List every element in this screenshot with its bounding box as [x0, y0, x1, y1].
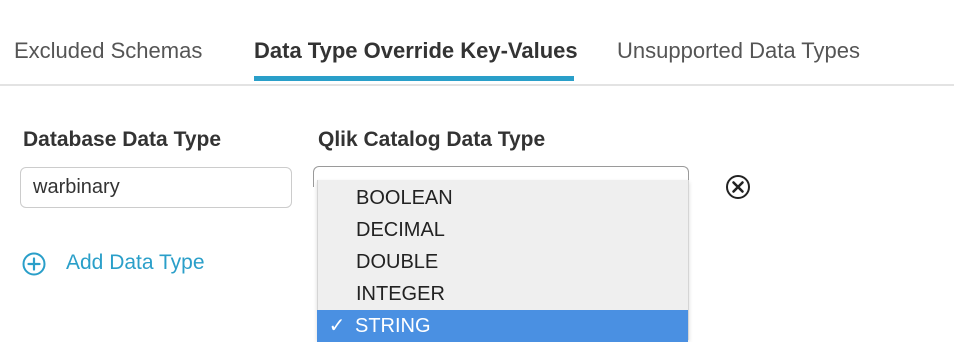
dropdown-option-decimal[interactable]: DECIMAL: [318, 214, 688, 246]
checkmark-icon: ✓: [328, 315, 346, 337]
active-tab-indicator: [254, 76, 574, 81]
dropdown-option-string[interactable]: ✓ STRING: [317, 310, 688, 342]
dropdown-option-label: DOUBLE: [356, 251, 439, 273]
tab-excluded-schemas[interactable]: Excluded Schemas: [14, 38, 202, 64]
tab-unsupported-data-types[interactable]: Unsupported Data Types: [617, 38, 860, 64]
dropdown-option-integer[interactable]: INTEGER: [318, 278, 688, 310]
qlik-catalog-data-type-label: Qlik Catalog Data Type: [318, 128, 546, 151]
dropdown-option-double[interactable]: DOUBLE: [318, 246, 688, 278]
add-data-type-label: Add Data Type: [66, 251, 205, 274]
dropdown-option-label: INTEGER: [356, 283, 445, 305]
plus-circle-icon: [22, 252, 46, 276]
tabs-divider: [0, 84, 954, 86]
dropdown-option-label: BOOLEAN: [356, 187, 453, 209]
remove-row-button[interactable]: [725, 174, 751, 200]
database-data-type-label: Database Data Type: [23, 128, 222, 151]
dropdown-option-label: DECIMAL: [356, 219, 445, 241]
dropdown-option-boolean[interactable]: BOOLEAN: [318, 182, 688, 214]
data-type-dropdown: BOOLEAN DECIMAL DOUBLE INTEGER ✓ STRING: [317, 180, 689, 342]
database-data-type-input[interactable]: [20, 167, 292, 208]
tab-bar: Excluded Schemas Data Type Override Key-…: [0, 0, 954, 86]
close-circle-icon: [726, 175, 750, 199]
tab-data-type-override[interactable]: Data Type Override Key-Values: [254, 38, 578, 64]
dropdown-option-label: STRING: [355, 315, 431, 337]
